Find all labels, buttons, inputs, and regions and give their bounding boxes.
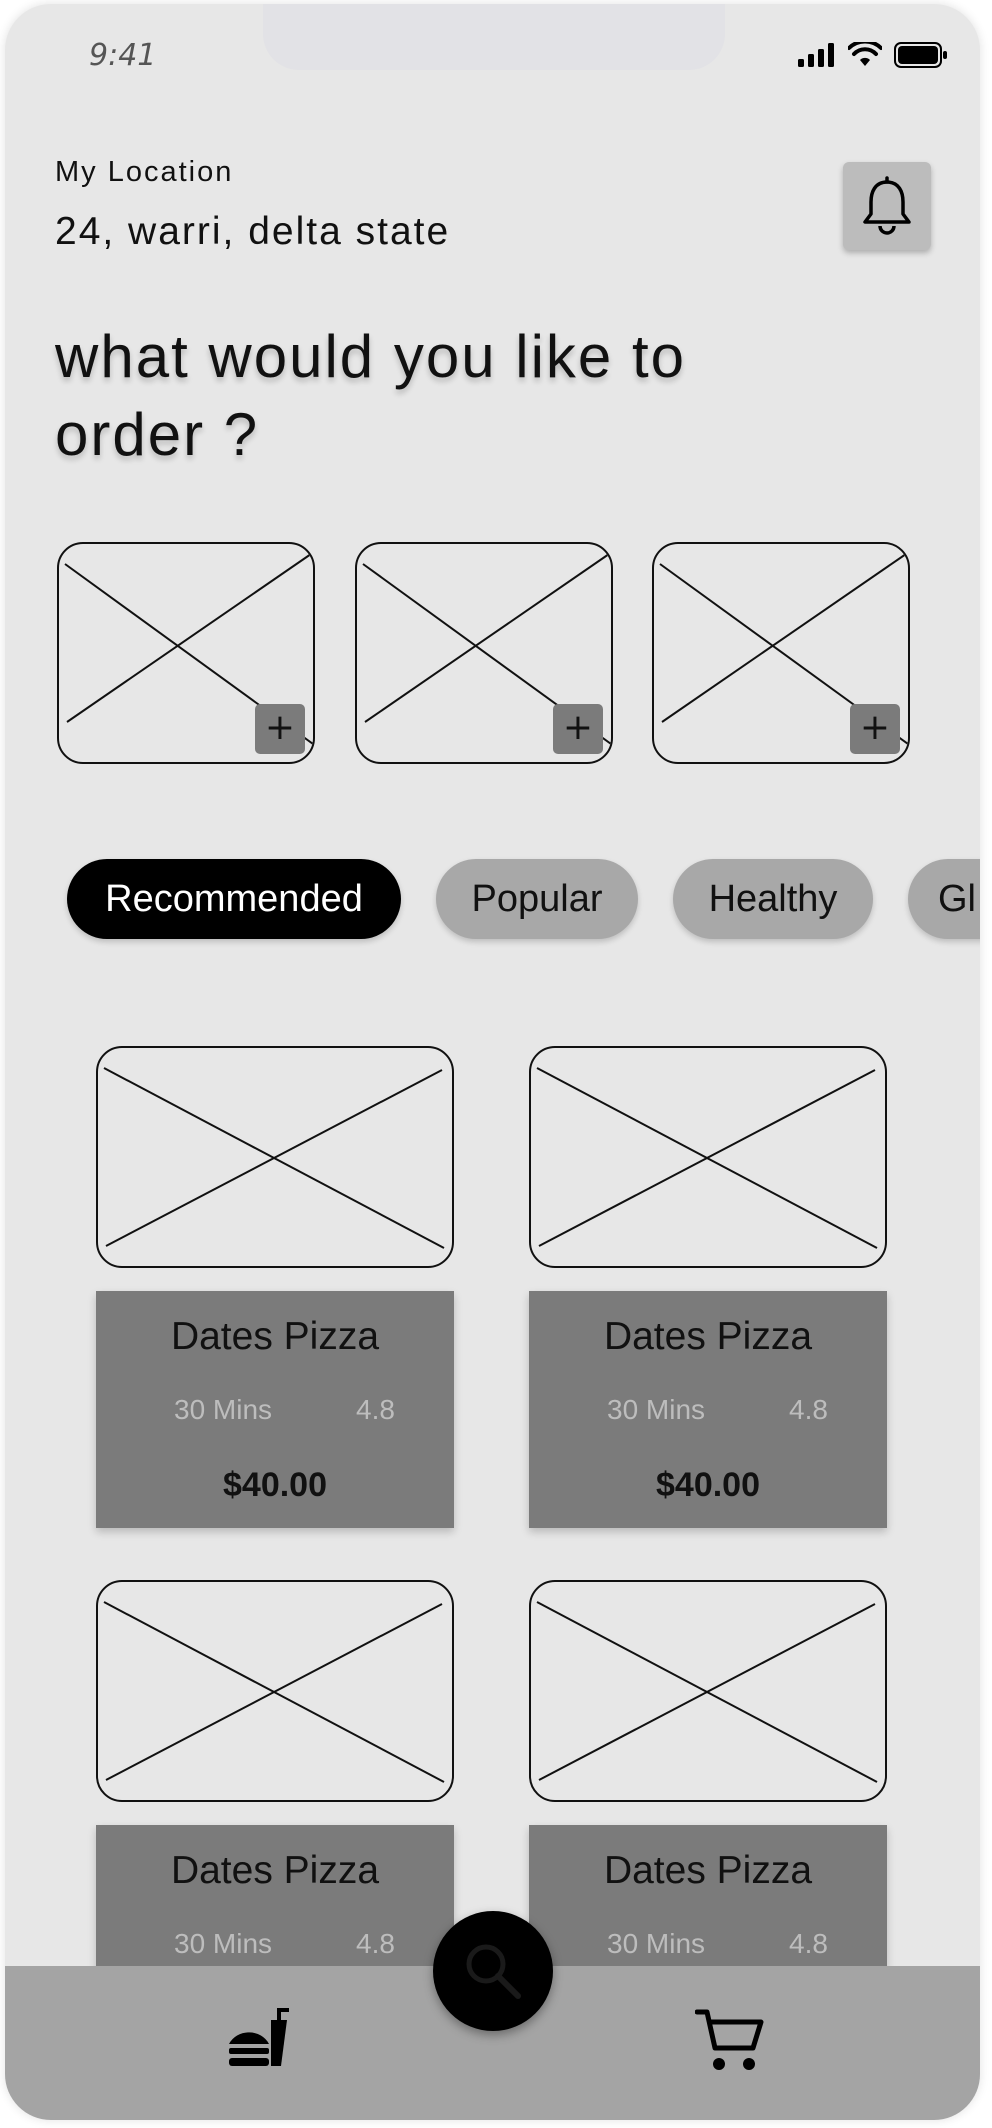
product-card[interactable]: Dates Pizza 30 Mins 4.8 $40.00 bbox=[529, 1291, 887, 1528]
product-image[interactable] bbox=[96, 1580, 454, 1802]
battery-icon bbox=[894, 42, 947, 68]
product-rating: 4.8 bbox=[789, 1394, 828, 1425]
status-icons bbox=[798, 42, 948, 68]
signal-icon bbox=[798, 43, 834, 67]
search-icon bbox=[466, 1944, 521, 1999]
product-image[interactable] bbox=[529, 1580, 887, 1802]
product-rating: 4.8 bbox=[356, 1928, 395, 1959]
product-time: 30 Mins bbox=[607, 1928, 706, 1959]
device-notch bbox=[263, 4, 725, 70]
product-image[interactable] bbox=[529, 1046, 887, 1268]
product-time: 30 Mins bbox=[174, 1928, 273, 1959]
product-price: $40.00 bbox=[223, 1466, 327, 1504]
image-placeholder bbox=[536, 1601, 878, 1783]
filter-chip-healthy[interactable]: Healthy bbox=[673, 859, 873, 939]
image-placeholder bbox=[103, 1601, 445, 1783]
status-time: 9:41 bbox=[89, 38, 157, 73]
food-icon bbox=[229, 2008, 289, 2066]
nav-food-button[interactable] bbox=[225, 2006, 291, 2072]
product-price: $40.00 bbox=[656, 1466, 760, 1504]
filter-chip-recommended[interactable]: Recommended bbox=[67, 859, 401, 939]
product-time: 30 Mins bbox=[174, 1394, 273, 1425]
notifications-button[interactable] bbox=[843, 162, 931, 250]
filter-chip-popular[interactable]: Popular bbox=[436, 859, 638, 939]
image-placeholder bbox=[536, 1067, 878, 1249]
cart-icon bbox=[694, 2009, 764, 2070]
add-button[interactable]: + bbox=[553, 704, 603, 754]
search-fab-button[interactable] bbox=[433, 1911, 553, 2031]
image-placeholder bbox=[103, 1067, 445, 1249]
add-button[interactable]: + bbox=[255, 704, 305, 754]
category-card[interactable]: + bbox=[57, 542, 315, 764]
product-name: Dates Pizza bbox=[603, 1849, 813, 1892]
bell-icon bbox=[863, 176, 911, 235]
product-name: Dates Pizza bbox=[603, 1315, 813, 1358]
product-card[interactable]: Dates Pizza 30 Mins 4.8 $40.00 bbox=[96, 1291, 454, 1528]
product-image[interactable] bbox=[96, 1046, 454, 1268]
product-name: Dates Pizza bbox=[170, 1315, 380, 1358]
location-value[interactable]: 24, warri, delta state bbox=[55, 210, 450, 254]
add-button[interactable]: + bbox=[850, 704, 900, 754]
category-card[interactable]: + bbox=[355, 542, 613, 764]
location-label: My Location bbox=[55, 156, 234, 188]
filter-chip-gl[interactable]: Gl bbox=[908, 859, 980, 939]
product-time: 30 Mins bbox=[607, 1394, 706, 1425]
phone-screen: 9:41 My Location 24, warri, delta state … bbox=[5, 4, 980, 2120]
product-rating: 4.8 bbox=[789, 1928, 828, 1959]
product-name: Dates Pizza bbox=[170, 1849, 380, 1892]
product-rating: 4.8 bbox=[356, 1394, 395, 1425]
nav-cart-button[interactable] bbox=[694, 2008, 765, 2074]
wifi-icon bbox=[848, 42, 882, 66]
page-headline: what would you like to order ? bbox=[55, 323, 686, 468]
category-card[interactable]: + bbox=[652, 542, 910, 764]
